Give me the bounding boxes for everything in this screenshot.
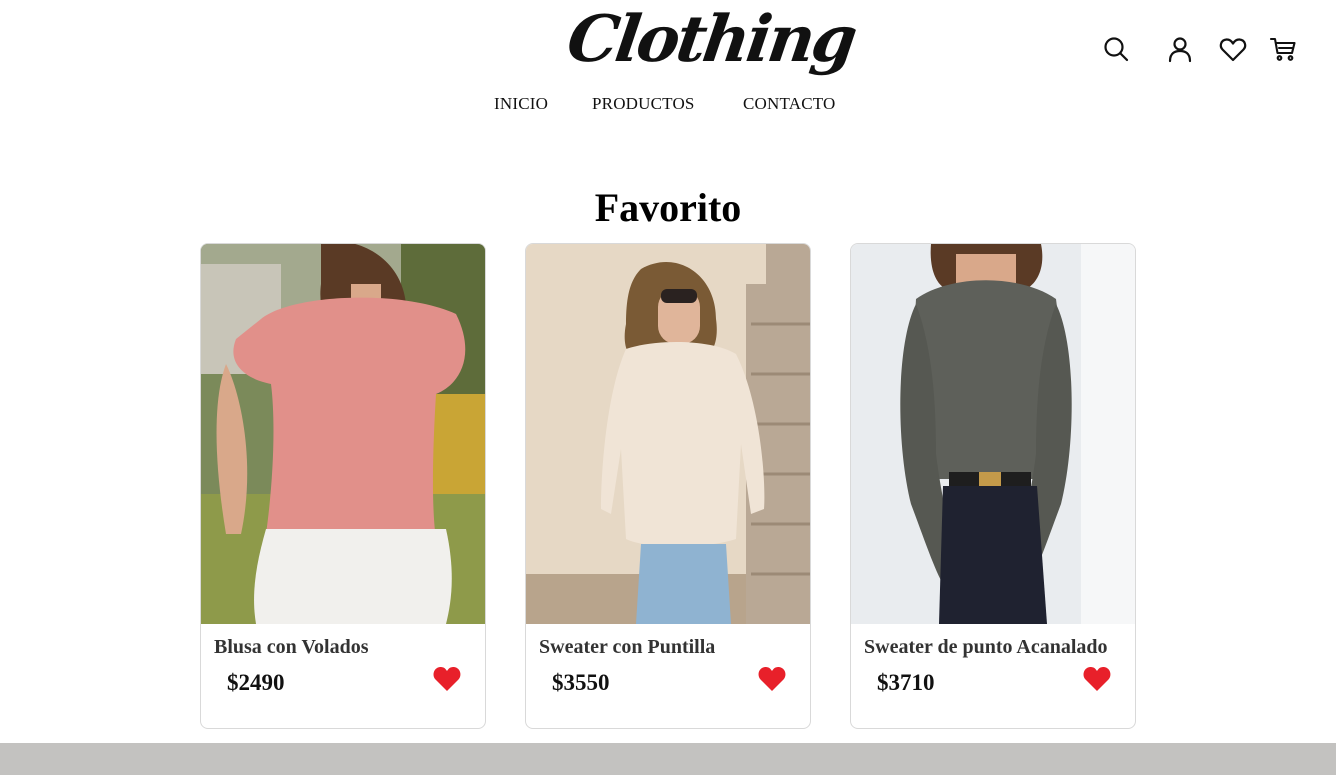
- product-name: Blusa con Volados: [214, 636, 369, 658]
- product-price: $2490: [227, 670, 285, 695]
- brand-logo[interactable]: Clothing: [562, 0, 859, 86]
- nav-link-productos[interactable]: PRODUCTOS: [592, 94, 695, 114]
- search-icon[interactable]: [1101, 34, 1131, 64]
- product-card[interactable]: Blusa con Volados $2490: [200, 243, 486, 729]
- product-card[interactable]: Sweater de punto Acanalado $3710: [850, 243, 1136, 729]
- favorite-heart-icon[interactable]: [757, 664, 787, 692]
- product-image[interactable]: [201, 244, 485, 624]
- main-nav: INICIO PRODUCTOS CONTACTO: [0, 94, 1336, 118]
- favorite-heart-icon[interactable]: [1082, 664, 1112, 692]
- favorite-heart-icon[interactable]: [432, 664, 462, 692]
- footer-bar: [0, 743, 1336, 775]
- nav-link-contacto[interactable]: CONTACTO: [743, 94, 836, 114]
- heart-icon[interactable]: [1218, 34, 1248, 64]
- product-card[interactable]: Sweater con Puntilla $3550: [525, 243, 811, 729]
- product-name: Sweater de punto Acanalado: [864, 636, 1108, 658]
- product-name: Sweater con Puntilla: [539, 636, 716, 658]
- site-header: Clothing INICIO PRODUCTOS CONTACTO: [0, 0, 1336, 130]
- cart-icon[interactable]: [1268, 34, 1298, 64]
- product-image[interactable]: [526, 244, 810, 624]
- product-image[interactable]: [851, 244, 1135, 624]
- nav-link-inicio[interactable]: INICIO: [494, 94, 548, 114]
- product-price: $3710: [877, 670, 935, 695]
- user-icon[interactable]: [1165, 34, 1195, 64]
- page-title: Favorito: [594, 185, 742, 230]
- product-price: $3550: [552, 670, 610, 695]
